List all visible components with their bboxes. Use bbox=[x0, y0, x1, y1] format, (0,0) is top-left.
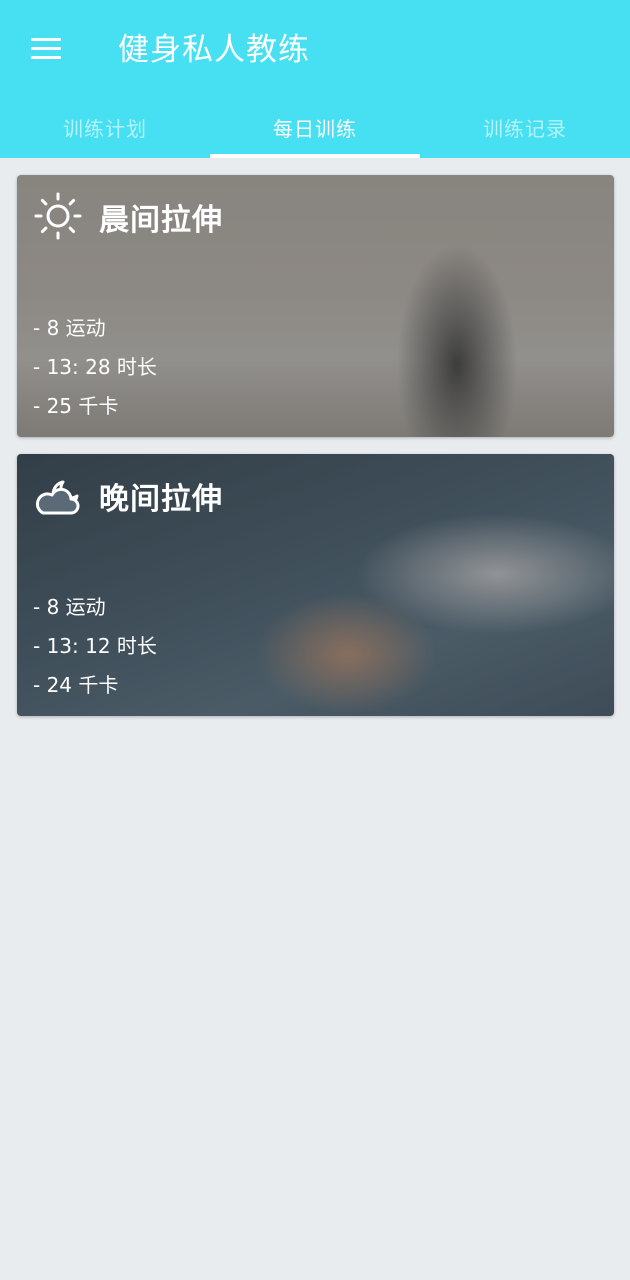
workout-title: 晨间拉伸 bbox=[99, 203, 223, 238]
exercise-count: - 8 运动 bbox=[33, 595, 106, 619]
calories: - 24 千卡 bbox=[33, 673, 119, 697]
sun-icon bbox=[34, 192, 82, 240]
hamburger-menu-icon[interactable] bbox=[24, 28, 68, 68]
calories: - 25 千卡 bbox=[33, 394, 119, 418]
app-title: 健身私人教练 bbox=[118, 32, 310, 68]
tab-training-plan[interactable]: 训练计划 bbox=[0, 96, 210, 158]
workout-stats: - 8 运动 - 13: 28 时长 - 25 千卡 bbox=[33, 309, 157, 426]
workout-stats: - 8 运动 - 13: 12 时长 - 24 千卡 bbox=[33, 588, 157, 705]
tab-training-record[interactable]: 训练记录 bbox=[420, 96, 630, 158]
duration: - 13: 12 时长 bbox=[33, 634, 157, 658]
duration: - 13: 28 时长 bbox=[33, 355, 157, 379]
workout-title: 晚间拉伸 bbox=[99, 482, 223, 517]
tab-bar: 训练计划 每日训练 训练记录 bbox=[0, 96, 630, 158]
app-bar: 健身私人教练 训练计划 每日训练 训练记录 bbox=[0, 0, 630, 158]
tab-daily-training[interactable]: 每日训练 bbox=[210, 96, 420, 158]
workout-card-morning-stretch[interactable]: 晨间拉伸 - 8 运动 - 13: 28 时长 - 25 千卡 bbox=[17, 175, 614, 437]
moon-cloud-icon bbox=[35, 480, 80, 515]
exercise-count: - 8 运动 bbox=[33, 316, 106, 340]
workout-card-evening-stretch[interactable]: 晚间拉伸 - 8 运动 - 13: 12 时长 - 24 千卡 bbox=[17, 454, 614, 716]
